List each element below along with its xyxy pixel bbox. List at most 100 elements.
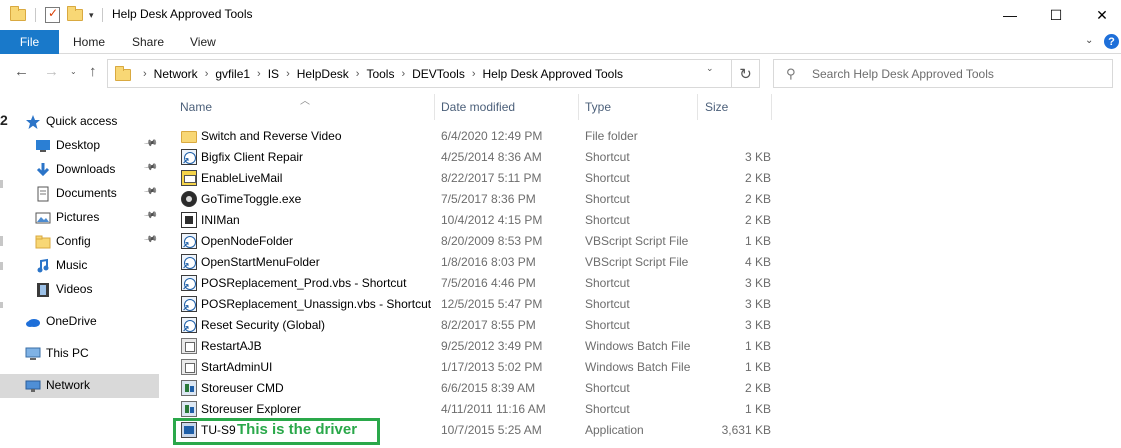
column-divider[interactable]	[697, 94, 698, 120]
file-row[interactable]: OpenStartMenuFolder 1/8/2016 8:03 PM VBScr…	[172, 252, 772, 273]
breadcrumb-chevron-icon[interactable]: ›	[356, 68, 360, 80]
breadcrumb-chevron-icon[interactable]: ›	[257, 68, 261, 80]
back-button[interactable]: ←	[14, 63, 29, 80]
breadcrumb-item[interactable]: HelpDesk	[297, 67, 349, 81]
breadcrumb-chevron-icon[interactable]: ›	[143, 68, 147, 80]
navigation-bar: ← → ⌄ ↑ › Network › gvfile1 › IS › HelpDesk › Too…	[0, 54, 1121, 92]
file-date-cell: 1/8/2016 8:03 PM	[441, 255, 536, 269]
batch-file-icon	[181, 338, 197, 354]
film-icon	[35, 282, 51, 298]
breadcrumb-item[interactable]: DEVTools	[412, 67, 465, 81]
address-bar[interactable]: › Network › gvfile1 › IS › HelpDesk › Tools › DEVTo…	[107, 59, 760, 88]
breadcrumb-item[interactable]: gvfile1	[215, 67, 250, 81]
file-name-cell: Bigfix Client Repair	[201, 150, 304, 164]
sidebar-item-config[interactable]: Config 📌	[0, 230, 159, 254]
search-box[interactable]: ⚲	[773, 59, 1113, 88]
pin-icon[interactable]: 📌	[143, 136, 158, 151]
tab-file[interactable]: File	[0, 30, 59, 54]
breadcrumb-item[interactable]: Tools	[366, 67, 394, 81]
sidebar-item-quick-access[interactable]: Quick access	[0, 110, 159, 134]
annotation-label: This is the driver	[237, 421, 358, 438]
shortcut-icon	[181, 317, 197, 335]
sidebar-item-onedrive[interactable]: OneDrive	[0, 310, 159, 334]
column-header-type[interactable]: Type	[585, 100, 611, 118]
sidebar-item-videos[interactable]: Videos	[0, 278, 159, 302]
properties-icon[interactable]	[45, 6, 60, 24]
music-note-icon	[35, 258, 51, 274]
file-row[interactable]: RestartAJB 9/25/2012 3:49 PM Windows Batch…	[172, 336, 772, 357]
file-row[interactable]: Storeuser CMD 6/6/2015 8:39 AM Shortcut 2 K…	[172, 378, 772, 399]
expand-ribbon-chevron-icon[interactable]: ⌄	[1085, 35, 1093, 46]
pin-icon[interactable]: 📌	[143, 208, 158, 223]
column-divider[interactable]	[771, 94, 772, 120]
file-row[interactable]: GoTimeToggle.exe 7/5/2017 8:36 PM Shortcut…	[172, 189, 772, 210]
file-size-cell: 2 KB	[744, 171, 771, 185]
vbscript-icon	[181, 254, 197, 272]
file-type-cell: VBScript Script File	[585, 255, 689, 269]
title-divider	[35, 8, 36, 22]
sidebar-item-this-pc[interactable]: This PC	[0, 342, 159, 366]
search-input[interactable]	[812, 64, 1102, 84]
breadcrumb: › Network › gvfile1 › IS › HelpDesk › Tools › DEVTo…	[136, 60, 623, 87]
tab-view[interactable]: View	[190, 30, 216, 54]
sidebar-item-desktop[interactable]: Desktop 📌	[0, 134, 159, 158]
file-row[interactable]: OpenNodeFolder 8/20/2009 8:53 PM VBScript …	[172, 231, 772, 252]
sidebar-item-music[interactable]: Music	[0, 254, 159, 278]
sidebar-item-documents[interactable]: Documents 📌	[0, 182, 159, 206]
file-row[interactable]: StartAdminUI 1/17/2013 5:02 PM Windows Bat…	[172, 357, 772, 378]
column-divider[interactable]	[434, 94, 435, 120]
customize-quick-access-dropdown[interactable]: ▾	[89, 6, 94, 24]
sidebar-item-downloads[interactable]: Downloads 📌	[0, 158, 159, 182]
pin-icon[interactable]: 📌	[143, 184, 158, 199]
download-arrow-icon	[35, 162, 51, 178]
breadcrumb-chevron-icon[interactable]: ›	[205, 68, 209, 80]
file-size-cell: 1 KB	[744, 402, 771, 416]
breadcrumb-chevron-icon[interactable]: ›	[472, 68, 476, 80]
folder-icon	[35, 234, 51, 250]
file-row[interactable]: POSReplacement_Unassign.vbs - Shortcut 12…	[172, 294, 772, 315]
column-header-size[interactable]: Size	[705, 100, 728, 118]
recent-locations-dropdown[interactable]: ⌄	[70, 67, 77, 76]
sidebar-item-network[interactable]: Network	[0, 374, 159, 398]
breadcrumb-item[interactable]: IS	[268, 67, 279, 81]
breadcrumb-item[interactable]: Network	[154, 67, 198, 81]
file-type-cell: Windows Batch File	[585, 339, 691, 353]
sidebar-item-label: Videos	[56, 282, 93, 296]
file-row[interactable]: INIMan 10/4/2012 4:15 PM Shortcut 2 KB	[172, 210, 772, 231]
up-button[interactable]: ↑	[89, 63, 97, 80]
close-button[interactable]: ✕	[1079, 0, 1121, 30]
file-row[interactable]: POSReplacement_Prod.vbs - Shortcut 7/5/20…	[172, 273, 772, 294]
file-date-cell: 4/25/2014 8:36 AM	[441, 150, 542, 164]
desktop-icon	[35, 138, 51, 154]
new-folder-icon[interactable]	[67, 6, 83, 24]
sidebar-item-pictures[interactable]: Pictures 📌	[0, 206, 159, 230]
file-size-cell: 3 KB	[744, 318, 771, 332]
breadcrumb-chevron-icon[interactable]: ›	[401, 68, 405, 80]
forward-button[interactable]: →	[44, 63, 59, 80]
tab-home[interactable]: Home	[73, 30, 105, 54]
file-row[interactable]: Bigfix Client Repair 4/25/2014 8:36 AM Sho…	[172, 147, 772, 168]
sidebar-item-label: Music	[56, 258, 88, 272]
shortcut-icon	[181, 275, 197, 293]
pin-icon[interactable]: 📌	[143, 232, 158, 247]
column-header-name[interactable]: Name	[180, 100, 212, 118]
file-size-cell: 2 KB	[744, 192, 771, 206]
tab-share[interactable]: Share	[132, 30, 164, 54]
file-row[interactable]: Switch and Reverse Video 6/4/2020 12:49 P…	[172, 126, 772, 147]
address-history-dropdown[interactable]: ⌄	[706, 63, 714, 74]
breadcrumb-item[interactable]: Help Desk Approved Tools	[482, 67, 623, 81]
help-icon[interactable]: ?	[1104, 34, 1119, 49]
breadcrumb-chevron-icon[interactable]: ›	[286, 68, 290, 80]
column-divider[interactable]	[578, 94, 579, 120]
maximize-button[interactable]: ☐	[1033, 0, 1079, 30]
column-header-date-modified[interactable]: Date modified	[441, 100, 515, 118]
refresh-button[interactable]: ↻	[731, 59, 760, 88]
file-size-cell: 2 KB	[744, 381, 771, 395]
minimize-button[interactable]: —	[987, 0, 1033, 30]
file-row[interactable]: Storeuser Explorer 4/11/2011 11:16 AM Shor…	[172, 399, 772, 420]
title-bar: ▾ Help Desk Approved Tools — ☐ ✕	[0, 0, 1121, 30]
file-row[interactable]: EnableLiveMail 8/22/2017 5:11 PM Shortcut 2…	[172, 168, 772, 189]
file-row[interactable]: Reset Security (Global) 8/2/2017 8:55 PM S…	[172, 315, 772, 336]
pin-icon[interactable]: 📌	[143, 160, 158, 175]
document-icon	[35, 186, 51, 202]
